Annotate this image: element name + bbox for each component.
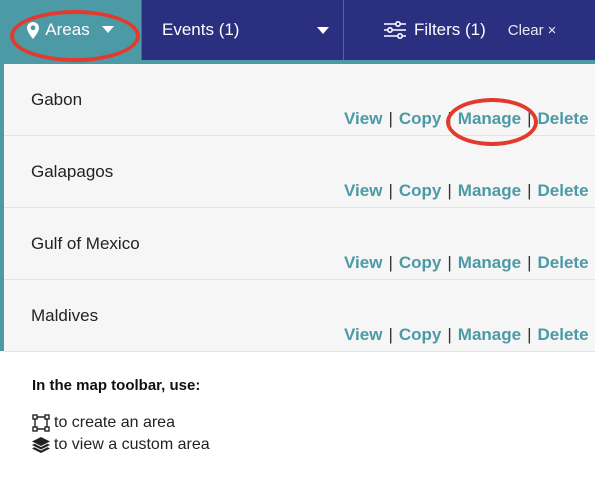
delete-link[interactable]: Delete — [538, 109, 589, 128]
copy-link[interactable]: Copy — [399, 253, 442, 272]
area-actions: View | Copy | Manage | Delete — [344, 253, 589, 272]
area-actions: View | Copy | Manage | Delete — [344, 325, 589, 344]
hint-create-line: to create an area — [32, 412, 210, 434]
filters-button[interactable]: Filters (1) — [414, 20, 486, 40]
clear-label: Clear — [507, 21, 544, 39]
manage-link[interactable]: Manage — [458, 181, 521, 200]
delete-link[interactable]: Delete — [538, 325, 589, 344]
clear-filters-button[interactable]: Clear × — [508, 22, 557, 39]
copy-link[interactable]: Copy — [399, 109, 442, 128]
map-toolbar-hint: In the map toolbar, use: to create an ar… — [32, 377, 210, 456]
delete-link[interactable]: Delete — [538, 253, 589, 272]
top-toolbar: Areas Events (1) Filters (1) Clear × — [0, 0, 595, 60]
layers-icon — [32, 437, 50, 453]
area-name: Maldives — [31, 306, 99, 325]
close-icon: × — [547, 21, 557, 39]
events-label: Events (1) — [162, 20, 240, 39]
area-actions: View | Copy | Manage | Delete — [344, 109, 589, 128]
list-item: Maldives View | Copy | Manage | Delete — [4, 280, 595, 352]
copy-link[interactable]: Copy — [399, 181, 442, 200]
hint-title: In the map toolbar, use: — [32, 377, 201, 394]
manage-link[interactable]: Manage — [458, 325, 521, 344]
areas-list: Gabon View | Copy | Manage | Delete Galapagos … — [4, 64, 595, 352]
hint-create-text: to create an area — [54, 414, 175, 431]
caret-down-icon — [317, 20, 329, 40]
list-item: Gabon View | Copy | Manage | Delete — [4, 64, 595, 136]
list-item: Gulf of Mexico View | Copy | Manage | Delete — [4, 208, 595, 280]
area-name: Gabon — [31, 90, 83, 109]
area-actions: View | Copy | Manage | Delete — [344, 181, 589, 200]
view-link[interactable]: View — [344, 181, 382, 200]
area-name: Galapagos — [31, 162, 114, 181]
areas-label: Areas — [45, 20, 90, 39]
view-link[interactable]: View — [344, 109, 382, 128]
manage-link[interactable]: Manage — [458, 109, 521, 128]
caret-down-icon — [101, 26, 114, 34]
hint-custom-text: to view a custom area — [54, 436, 210, 453]
manage-link[interactable]: Manage — [458, 253, 521, 272]
list-item: Galapagos View | Copy | Manage | Delete — [4, 136, 595, 208]
events-dropdown[interactable]: Events (1) — [141, 0, 343, 60]
hint-custom-line: to view a custom area — [32, 434, 210, 456]
sliders-icon[interactable] — [384, 21, 406, 39]
filters-area: Filters (1) Clear × — [343, 0, 595, 60]
delete-link[interactable]: Delete — [538, 181, 589, 200]
polygon-draw-icon — [32, 414, 50, 432]
view-link[interactable]: View — [344, 253, 382, 272]
copy-link[interactable]: Copy — [399, 325, 442, 344]
map-pin-icon — [27, 21, 40, 39]
area-name: Gulf of Mexico — [31, 234, 140, 253]
areas-dropdown[interactable]: Areas — [0, 0, 141, 60]
view-link[interactable]: View — [344, 325, 382, 344]
